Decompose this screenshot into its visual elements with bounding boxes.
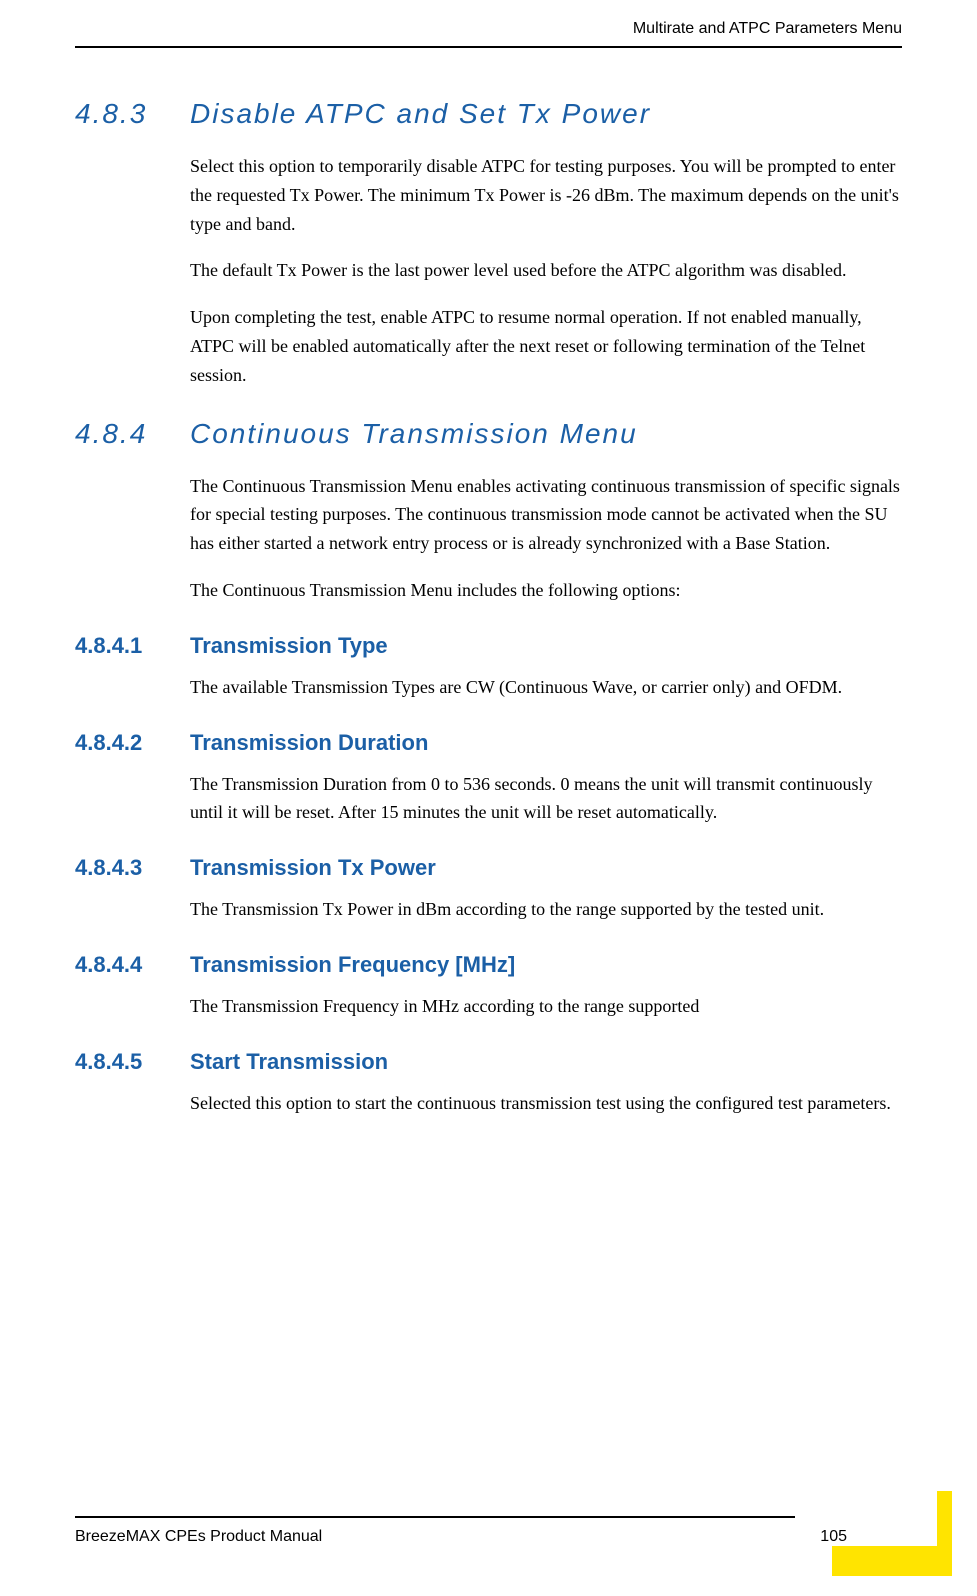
page-number: 105: [820, 1528, 847, 1546]
body-paragraph: The Transmission Frequency in MHz accord…: [190, 992, 902, 1021]
section-number: 4.8.4: [75, 418, 190, 450]
section-number: 4.8.3: [75, 98, 190, 130]
section-number: 4.8.4.5: [75, 1049, 190, 1075]
page-footer: BreezeMAX CPEs Product Manual 105: [75, 1516, 902, 1546]
section-heading-minor: 4.8.4.4Transmission Frequency [MHz]: [75, 952, 902, 978]
section-heading-major: 4.8.3Disable ATPC and Set Tx Power: [75, 98, 902, 130]
section-title: Transmission Duration: [190, 730, 428, 756]
section-title: Continuous Transmission Menu: [190, 418, 638, 450]
section-number: 4.8.4.3: [75, 855, 190, 881]
page-header: Multirate and ATPC Parameters Menu: [75, 20, 902, 48]
accent-mark: [832, 1546, 952, 1576]
section: 4.8.4.5Start Transmission Selected this o…: [75, 1049, 902, 1118]
body-paragraph: Upon completing the test, enable ATPC to…: [190, 303, 902, 389]
body-paragraph: The Transmission Tx Power in dBm accordi…: [190, 895, 902, 924]
body-paragraph: The Continuous Transmission Menu enables…: [190, 472, 902, 558]
section-body: The Transmission Tx Power in dBm accordi…: [190, 895, 902, 924]
section: 4.8.4.2Transmission Duration The Transmis…: [75, 730, 902, 828]
section-heading-major: 4.8.4Continuous Transmission Menu: [75, 418, 902, 450]
page-content: 4.8.3Disable ATPC and Set Tx Power Select…: [75, 98, 902, 1118]
body-paragraph: Select this option to temporarily disabl…: [190, 152, 902, 238]
section-title: Transmission Frequency [MHz]: [190, 952, 515, 978]
section: 4.8.4Continuous Transmission Menu The Con…: [75, 418, 902, 605]
section-title: Transmission Type: [190, 633, 388, 659]
section-title: Transmission Tx Power: [190, 855, 436, 881]
section-heading-minor: 4.8.4.1Transmission Type: [75, 633, 902, 659]
section-heading-minor: 4.8.4.2Transmission Duration: [75, 730, 902, 756]
header-text: Multirate and ATPC Parameters Menu: [633, 20, 902, 37]
section-heading-minor: 4.8.4.5Start Transmission: [75, 1049, 902, 1075]
section-body: The available Transmission Types are CW …: [190, 673, 902, 702]
section-body: Select this option to temporarily disabl…: [190, 152, 902, 390]
section-body: The Transmission Duration from 0 to 536 …: [190, 770, 902, 828]
section-body: The Transmission Frequency in MHz accord…: [190, 992, 902, 1021]
section-number: 4.8.4.1: [75, 633, 190, 659]
footer-left: BreezeMAX CPEs Product Manual: [75, 1528, 322, 1546]
body-paragraph: The available Transmission Types are CW …: [190, 673, 902, 702]
body-paragraph: The Transmission Duration from 0 to 536 …: [190, 770, 902, 828]
body-paragraph: Selected this option to start the contin…: [190, 1089, 902, 1118]
body-paragraph: The default Tx Power is the last power l…: [190, 256, 902, 285]
section-title: Disable ATPC and Set Tx Power: [190, 98, 651, 130]
section-number: 4.8.4.2: [75, 730, 190, 756]
footer-rule: [75, 1516, 795, 1518]
section-heading-minor: 4.8.4.3Transmission Tx Power: [75, 855, 902, 881]
section: 4.8.4.3Transmission Tx Power The Transmis…: [75, 855, 902, 924]
section: 4.8.4.4Transmission Frequency [MHz] The T…: [75, 952, 902, 1021]
footer-row: BreezeMAX CPEs Product Manual 105: [75, 1528, 902, 1546]
section-number: 4.8.4.4: [75, 952, 190, 978]
section-body: Selected this option to start the contin…: [190, 1089, 902, 1118]
section: 4.8.4.1Transmission Type The available Tr…: [75, 633, 902, 702]
section: 4.8.3Disable ATPC and Set Tx Power Select…: [75, 98, 902, 390]
section-title: Start Transmission: [190, 1049, 388, 1075]
section-body: The Continuous Transmission Menu enables…: [190, 472, 902, 605]
body-paragraph: The Continuous Transmission Menu include…: [190, 576, 902, 605]
